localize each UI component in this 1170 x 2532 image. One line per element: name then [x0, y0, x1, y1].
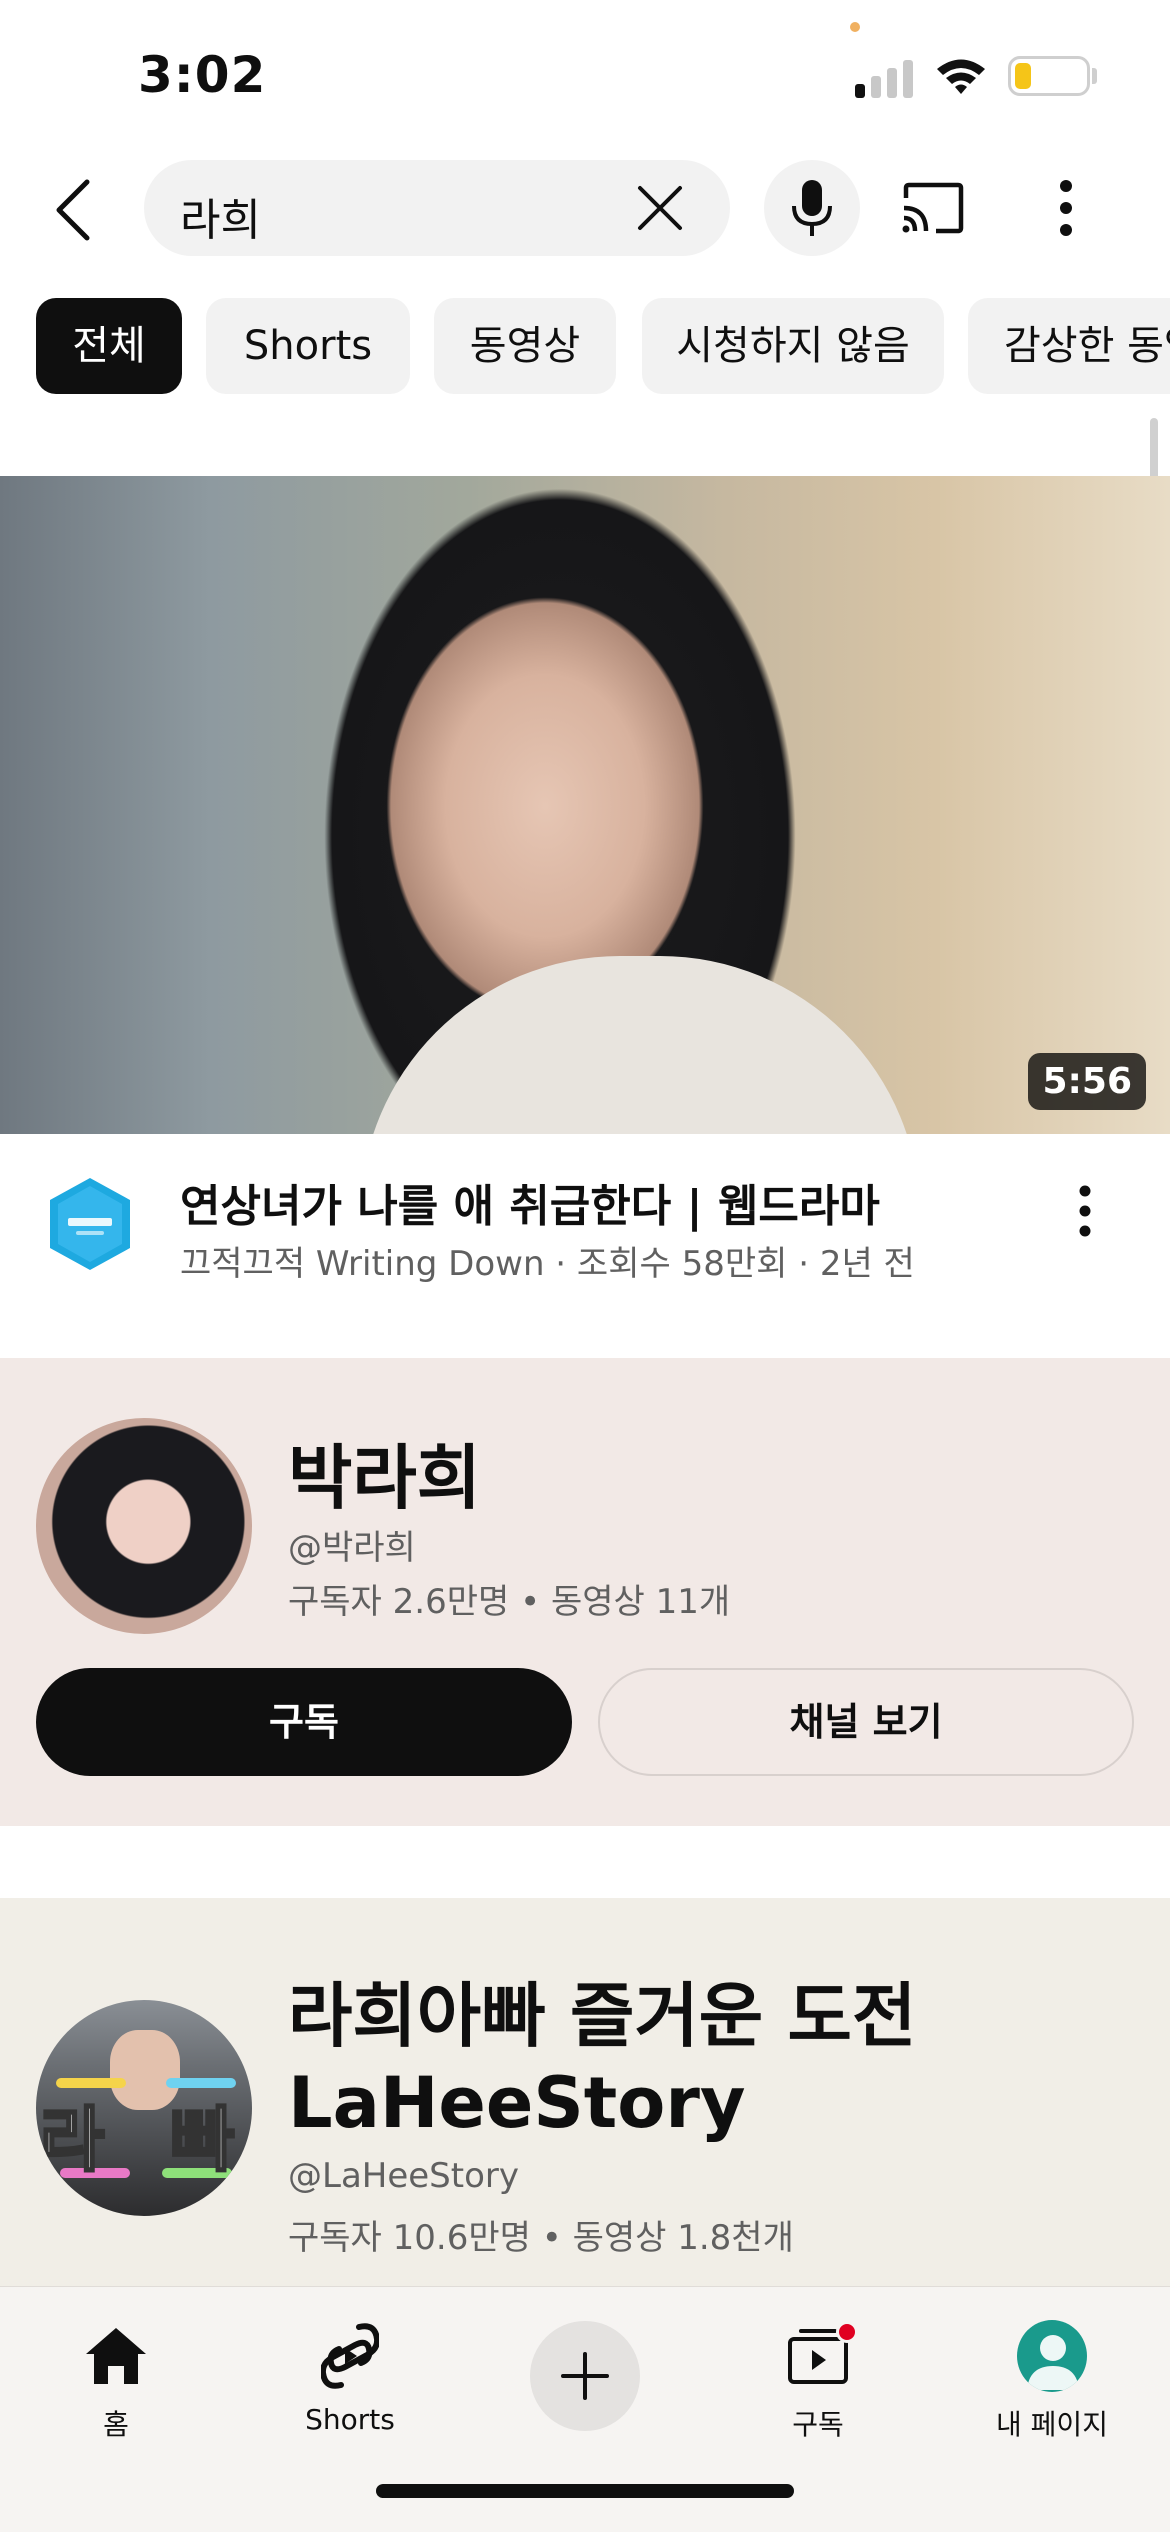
channel-stats: 구독자 2.6만명 • 동영상 11개 — [288, 1582, 731, 1622]
chip-unwatched[interactable]: 시청하지 않음 — [642, 298, 944, 394]
mic-icon — [792, 180, 832, 236]
shorts-icon — [315, 2321, 385, 2391]
wifi-icon — [937, 59, 985, 94]
more-vert-icon — [1079, 1185, 1091, 1237]
avatar-text-right: 빠 — [168, 2098, 235, 2183]
video-info[interactable]: 연상녀가 나를 애 취급한다 | 웹드라마 끄적끄적 Writing Down … — [0, 1134, 1170, 1334]
thumbnail-subject — [360, 956, 920, 1134]
avatar-text-left: 라 — [38, 2098, 105, 2183]
plus-icon — [561, 2352, 609, 2400]
video-title[interactable]: 연상녀가 나를 애 취급한다 | 웹드라마 — [180, 1170, 880, 1234]
channel-stats: 구독자 10.6만명 • 동영상 1.8천개 — [288, 2218, 794, 2258]
status-time: 3:02 — [138, 46, 267, 104]
nav-subscriptions[interactable]: 구독 — [728, 2307, 908, 2447]
view-channel-button[interactable]: 채널 보기 — [598, 1668, 1134, 1776]
video-more-button[interactable] — [1060, 1176, 1110, 1246]
cast-icon — [902, 182, 964, 234]
back-arrow-icon — [56, 179, 90, 241]
more-vert-icon — [1060, 180, 1072, 236]
channel-name-line2[interactable]: LaHeeStory — [288, 2062, 746, 2144]
back-button[interactable] — [40, 170, 106, 250]
video-metadata: 끄적끄적 Writing Down · 조회수 58만회 · 2년 전 — [180, 1244, 915, 1284]
channel-card[interactable]: 라 빠 라희아빠 즐거운 도전 LaHeeStory @LaHeeStory 구… — [0, 1898, 1170, 2298]
account-avatar — [1017, 2320, 1087, 2392]
nav-shorts-label: Shorts — [305, 2403, 395, 2436]
nav-home[interactable]: 홈 — [26, 2307, 206, 2447]
channel-handle: @LaHeeStory — [288, 2156, 519, 2196]
privacy-indicator-dot — [850, 22, 860, 32]
video-duration: 5:56 — [1028, 1053, 1146, 1110]
search-input[interactable]: 라희 — [144, 160, 730, 256]
channel-name-line1[interactable]: 라희아빠 즐거운 도전 — [288, 1960, 916, 2061]
home-indicator[interactable] — [376, 2484, 794, 2498]
search-query[interactable]: 라희 — [180, 184, 261, 248]
notification-dot — [836, 2321, 858, 2343]
channel-avatar[interactable] — [36, 1418, 252, 1634]
nav-subscriptions-label: 구독 — [792, 2408, 844, 2441]
battery-icon — [1008, 56, 1090, 96]
home-icon — [81, 2321, 151, 2391]
nav-me[interactable]: 내 페이지 — [962, 2307, 1142, 2447]
video-thumbnail[interactable]: 5:56 — [0, 476, 1170, 1134]
create-button[interactable] — [530, 2321, 640, 2431]
account-icon — [1017, 2320, 1087, 2392]
nav-shorts[interactable]: Shorts — [260, 2307, 440, 2447]
chip-watched[interactable]: 감상한 동영상 — [968, 298, 1170, 394]
cast-button[interactable] — [896, 176, 968, 240]
close-icon — [638, 186, 682, 230]
search-header: 라희 — [0, 150, 1170, 270]
channel-name[interactable]: 박라희 — [288, 1422, 481, 1523]
chip-videos[interactable]: 동영상 — [434, 298, 616, 394]
clear-search-button[interactable] — [632, 180, 688, 236]
channel-avatar[interactable]: 라 빠 — [36, 2000, 252, 2216]
status-bar: 3:02 — [0, 0, 1170, 140]
battery-cap — [1092, 68, 1097, 84]
cellular-signal-icon — [855, 58, 915, 98]
channel-handle: @박라희 — [288, 1528, 416, 1568]
more-options-button[interactable] — [1038, 172, 1094, 244]
nav-home-label: 홈 — [103, 2408, 129, 2441]
subscribe-button[interactable]: 구독 — [36, 1668, 572, 1776]
filter-chips: 전체 Shorts 동영상 시청하지 않음 감상한 동영상 — [0, 298, 1170, 398]
chip-all[interactable]: 전체 — [36, 298, 182, 394]
nav-me-label: 내 페이지 — [996, 2408, 1108, 2441]
voice-search-button[interactable] — [764, 160, 860, 256]
chip-shorts[interactable]: Shorts — [206, 298, 410, 394]
channel-card[interactable]: 박라희 @박라희 구독자 2.6만명 • 동영상 11개 구독 채널 보기 — [0, 1358, 1170, 1826]
channel-logo[interactable] — [48, 1176, 132, 1272]
